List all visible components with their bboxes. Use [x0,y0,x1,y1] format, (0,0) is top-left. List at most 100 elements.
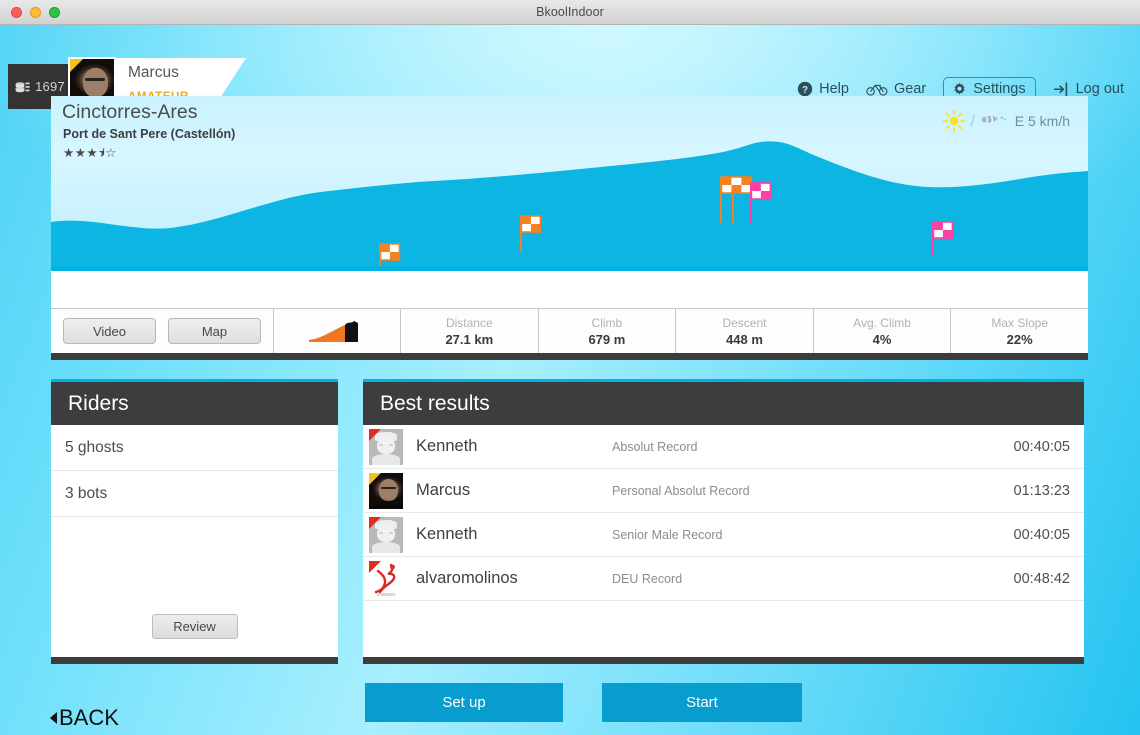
result-name: Kenneth [416,525,478,543]
back-label: BACK [59,705,119,730]
table-row[interactable]: Kenneth Absolut Record 00:40:05 [363,425,1084,469]
nav-item-logout[interactable]: Log out [1053,81,1124,97]
avatar-badge [369,428,381,441]
results-panel-title: Best results [363,382,1084,425]
avatar [369,472,403,509]
stat-max-slope: Max Slope 22% [951,309,1088,353]
nav-item-help[interactable]: ? Help [797,81,849,97]
stat-value: 679 m [588,331,626,347]
riders-panel-base [51,657,338,664]
avatar-badge [369,516,381,529]
stat-value: 22% [1006,331,1033,347]
svg-text:?: ? [802,85,808,96]
window-traffic-lights [11,7,60,18]
avatar-level-badge [70,59,83,72]
stat-climb: Climb 679 m [539,309,677,353]
list-item[interactable]: 3 bots [51,471,338,517]
stat-value: 4% [872,331,892,347]
setup-button[interactable]: Set up [365,683,563,722]
coins-icon [15,80,30,94]
avatar: VABOMO [369,560,403,597]
gear-icon [954,82,965,95]
avatar [369,516,403,553]
result-name: Marcus [416,481,471,499]
window-titlebar: BkoolIndoor [0,0,1140,25]
list-item[interactable]: 5 ghosts [51,425,338,471]
weather-separator: / [970,112,975,130]
nav-label-logout: Log out [1075,81,1124,97]
accent-line [51,266,1088,271]
wind-text: E 5 km/h [1014,113,1070,129]
result-time: 00:48:42 [1013,570,1070,587]
review-button[interactable]: Review [151,614,238,639]
app-header: 1697 Marcus AMATEUR 7 ? [0,25,1140,115]
stats-bar-base [51,353,1088,360]
rider-label: 3 bots [65,484,108,502]
stat-label: Distance [445,315,493,330]
elevation-profile-icon [309,321,358,342]
svg-text:VABOMO: VABOMO [377,592,397,597]
route-flag-pink-1 [750,182,772,223]
table-row[interactable]: VABOMO alvaromolinos DEU Record 00:48:42 [363,557,1084,601]
route-flag-pink-2 [932,221,954,256]
route-stats-bar: Video Map Distance 27.1 km Climb 679 m D… [51,308,1088,353]
app-canvas: 1697 Marcus AMATEUR 7 ? [0,25,1140,735]
nav-label-gear: Gear [893,81,927,97]
route-preview[interactable]: Cinctorres-Ares Port de Sant Pere (Caste… [51,96,1088,266]
result-type: Absolut Record [612,439,698,454]
riders-panel-title: Riders [51,382,338,425]
best-results-panel: Best results Kenneth Absolut Record 00:4… [363,379,1084,664]
video-button[interactable]: Video [63,318,156,344]
nav-label-settings: Settings [973,81,1026,97]
result-type: Personal Absolut Record [612,483,750,498]
nav-label-help: Help [819,81,849,97]
nav-item-gear[interactable]: Gear [866,81,926,97]
coin-value: 1697 [35,79,65,94]
windsock-icon [981,115,1007,123]
result-name: Kenneth [416,437,478,455]
bicycle-icon [866,84,888,96]
route-flag-orange-2 [520,215,542,252]
start-button[interactable]: Start [602,683,802,722]
view-toggle-group: Video Map [51,309,274,353]
riders-panel: Riders 5 ghosts 3 bots Review [51,379,338,664]
rider-label: 5 ghosts [65,438,124,456]
route-flag-orange-1 [379,243,401,266]
table-row[interactable]: Kenneth Senior Male Record 00:40:05 [363,513,1084,557]
route-preview-spacer [51,266,1088,308]
stat-label: Avg. Climb [853,315,911,330]
weather-widget: / E 5 km/h [942,109,1070,133]
window-title: BkoolIndoor [536,5,604,19]
result-type: Senior Male Record [612,527,723,542]
stat-value: 27.1 km [445,331,494,347]
stat-label: Climb [591,315,623,330]
table-row[interactable]: Marcus Personal Absolut Record 01:13:23 [363,469,1084,513]
route-title: Cinctorres-Ares [62,101,198,123]
results-panel-base [363,657,1084,664]
stat-distance: Distance 27.1 km [401,309,539,353]
result-name: alvaromolinos [416,569,518,587]
stat-label: Max Slope [991,315,1049,330]
close-window-button[interactable] [11,7,22,18]
avatar-badge [369,560,381,573]
result-time: 01:13:23 [1013,482,1070,499]
result-time: 00:40:05 [1013,438,1070,455]
stat-value: 448 m [726,331,763,347]
avatar [369,428,403,465]
stat-label: Descent [722,315,767,330]
riders-panel-accent [51,379,338,382]
elevation-profile-thumb[interactable] [274,309,401,353]
app-window: BkoolIndoor 1697 Marcus ? Help Gear Sett… [0,0,1140,735]
back-arrow-icon [50,712,57,724]
stat-descent: Descent 448 m [676,309,814,353]
result-time: 00:40:05 [1013,526,1070,543]
avatar-badge [369,472,381,485]
sun-icon [942,109,965,133]
map-button[interactable]: Map [168,318,261,344]
help-circle-icon: ? [797,81,813,97]
minimize-window-button[interactable] [30,7,41,18]
back-button[interactable]: BACK [50,705,119,731]
results-panel-accent [363,379,1084,382]
stat-avg-climb: Avg. Climb 4% [814,309,952,353]
maximize-window-button[interactable] [49,7,60,18]
